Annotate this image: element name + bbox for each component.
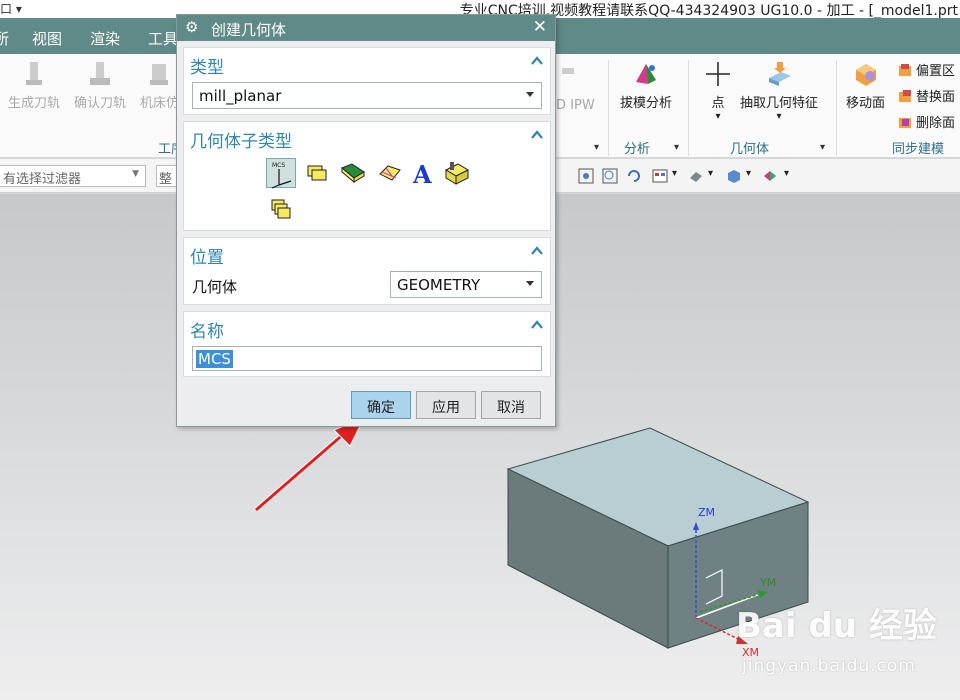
subtype-mcs-button[interactable]: MCS [266,158,296,189]
annotation-arrow [254,417,366,512]
gear-icon[interactable]: ⚙ [185,18,198,36]
type-section-title: 类型 [190,58,224,78]
name-field-value: MCS [196,350,233,368]
baidu-watermark-url: jingyan.baidu.com [742,656,916,676]
mcs-icon: MCS [271,162,292,189]
subtype-workpiece-button[interactable] [302,158,332,188]
close-icon[interactable]: ✕ [533,17,547,37]
name-field[interactable]: MCS [192,346,542,371]
location-section-header[interactable]: 位置 [184,238,550,268]
dialog-title-bar[interactable]: ⚙ 创建几何体 ✕ [177,15,555,41]
location-section: 位置 几何体 GEOMETRY [183,237,551,305]
type-select[interactable]: mill_planar [192,82,542,109]
subtype-mill-area-button[interactable] [338,158,368,188]
subtype-mill-text-button[interactable]: A [408,158,438,189]
subtype-section-title: 几何体子类型 [190,132,292,152]
type-section: 类型 mill_planar [183,47,551,115]
subtype-mill-nested-button[interactable] [266,194,296,224]
text-a-icon: A [412,160,432,189]
mill-geom-icon [444,162,470,185]
mill-boundary-icon [379,165,401,181]
geometry-parent-value: GEOMETRY [397,276,481,294]
location-section-title: 位置 [190,248,224,268]
subtype-section-header[interactable]: 几何体子类型 [184,122,550,152]
name-section: 名称 MCS [183,311,551,377]
type-section-header[interactable]: 类型 [184,48,550,78]
axis-label-zm: ZM [698,506,716,519]
ok-button[interactable]: 确定 [351,391,411,419]
cancel-button[interactable]: 取消 [481,391,541,419]
mill-area-icon [341,163,365,184]
chevron-up-icon[interactable] [530,54,544,68]
chevron-down-icon [526,281,534,286]
chevron-down-icon [526,92,534,97]
nested-workpiece-icon [271,199,291,219]
chevron-up-icon[interactable] [530,128,544,142]
baidu-watermark-logo: Bai du 经验 [736,606,937,646]
svg-text:A: A [412,160,432,188]
type-select-value: mill_planar [199,87,282,105]
workpiece-icon [307,165,327,181]
apply-button[interactable]: 应用 [416,391,476,419]
geometry-parent-label: 几何体 [192,278,238,296]
axis-label-ym: YM [760,576,777,589]
name-section-header[interactable]: 名称 [184,312,550,342]
chevron-up-icon[interactable] [530,244,544,258]
dialog-title: 创建几何体 [211,21,287,39]
subtype-mill-geom-button[interactable] [442,158,472,188]
subtype-section: 几何体子类型 MCS A [183,121,551,231]
chevron-up-icon[interactable] [530,318,544,332]
name-section-title: 名称 [190,322,224,342]
subtype-mill-bnd-button[interactable] [374,158,404,188]
create-geometry-dialog: ⚙ 创建几何体 ✕ 类型 mill_planar 几何体子类型 MCS A 位置… [176,14,556,427]
svg-text:MCS: MCS [272,162,285,169]
geometry-parent-select[interactable]: GEOMETRY [390,271,542,298]
